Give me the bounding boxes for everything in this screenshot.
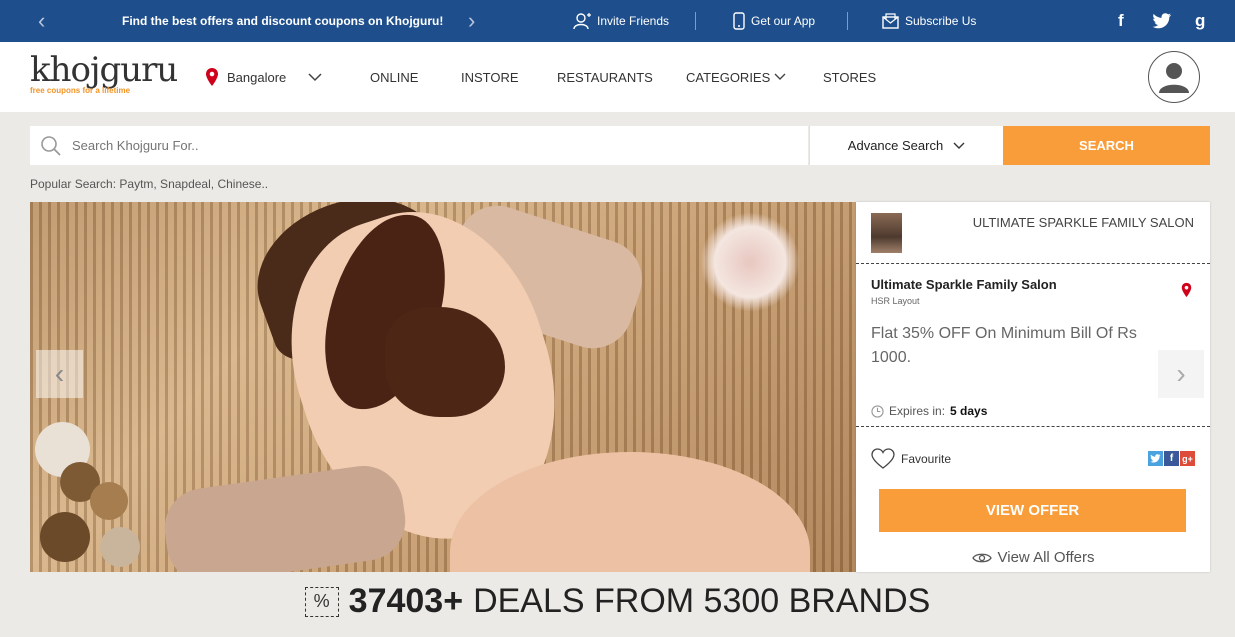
nav-instore[interactable]: INSTORE [461,42,519,112]
google-plus-share-icon[interactable]: g+ [1180,451,1195,466]
popular-searches: Popular Search: Paytm, Snapdeal, Chinese… [30,177,269,191]
location-pin-icon[interactable] [1181,282,1192,298]
merchant-thumbnail[interactable] [871,213,902,253]
logo-wordmark: khojguru [30,50,178,90]
nav-restaurants[interactable]: RESTAURANTS [557,42,653,112]
eye-icon [971,553,992,562]
view-offer-button[interactable]: VIEW OFFER [879,489,1186,532]
heart-icon [871,448,895,469]
facebook-share-icon[interactable]: f [1164,451,1179,466]
twitter-icon[interactable] [1152,0,1172,42]
nav-categories[interactable]: CATEGORIES [686,42,786,112]
favourite-label: Favourite [901,452,952,466]
deals-text: DEALS FROM 5300 BRANDS [473,582,931,620]
subscribe-label: Subscribe Us [905,14,977,28]
nav-online[interactable]: ONLINE [370,42,418,112]
promo-next-arrow[interactable]: › [468,0,475,42]
clock-icon [871,404,884,418]
carousel-next-button[interactable]: › [1158,350,1204,398]
invite-friends-label: Invite Friends [597,14,670,28]
advance-search-dropdown[interactable]: Advance Search [809,126,1003,165]
chevron-down-icon [953,142,965,149]
search-input[interactable] [72,138,772,153]
offer-description: Flat 35% OFF On Minimum Bill Of Rs 1000. [871,325,1137,366]
user-icon [1159,63,1189,93]
search-bar [30,126,808,165]
advance-search-label: Advance Search [847,138,944,153]
invite-friends-link[interactable]: Invite Friends [573,0,669,42]
twitter-share-icon[interactable] [1148,451,1163,466]
nav-stores[interactable]: STORES [823,42,876,112]
deals-count: 37403+ [348,582,464,620]
search-icon [41,135,61,156]
newsletter-icon [882,13,899,29]
divider [695,12,696,30]
subscribe-link[interactable]: Subscribe Us [882,0,976,42]
discount-tag-icon: % [304,586,339,617]
khojguru-logo[interactable]: khojguru free coupons for a lifetime [30,50,178,106]
hero-banner-image[interactable] [30,202,856,572]
location-pin-icon [206,68,218,86]
share-buttons: f g+ [1148,451,1195,466]
promo-prev-arrow[interactable]: ‹ [38,0,45,42]
view-all-offers-link[interactable]: View All Offers [856,549,1210,566]
expires-value: 5 days [950,404,988,418]
deals-stats: % 37403+ DEALS FROM 5300 BRANDS [0,582,1235,621]
divider [847,12,848,30]
google-plus-icon[interactable]: g [1195,0,1205,42]
chevron-down-icon [774,73,786,80]
search-button[interactable]: SEARCH [1003,126,1210,165]
main-header: khojguru free coupons for a lifetime Ban… [0,42,1235,112]
expiry-info: Expires in: 5 days [871,404,987,418]
store-name[interactable]: Ultimate Sparkle Family Salon [871,277,1057,292]
mobile-icon [733,12,745,30]
get-app-label: Get our App [751,14,816,28]
carousel-prev-button[interactable]: ‹ [36,350,83,398]
expires-label: Expires in: [889,404,946,418]
get-app-link[interactable]: Get our App [733,0,815,42]
view-all-offers-label: View All Offers [997,549,1095,566]
city-selector[interactable]: Bangalore [205,42,322,112]
top-bar: ‹ Find the best offers and discount coup… [0,0,1235,42]
favourite-toggle[interactable]: Favourite [871,448,951,470]
promo-text: Find the best offers and discount coupon… [122,14,444,28]
offer-card: ULTIMATE SPARKLE FAMILY SALON Ultimate S… [856,202,1210,572]
user-avatar[interactable] [1148,51,1200,103]
store-location: HSR Layout [871,296,920,306]
merchant-header[interactable]: ULTIMATE SPARKLE FAMILY SALON [973,215,1194,230]
user-add-icon [573,13,591,30]
facebook-icon[interactable]: f [1118,0,1124,42]
city-label: Bangalore [227,69,287,85]
chevron-down-icon [308,73,322,82]
